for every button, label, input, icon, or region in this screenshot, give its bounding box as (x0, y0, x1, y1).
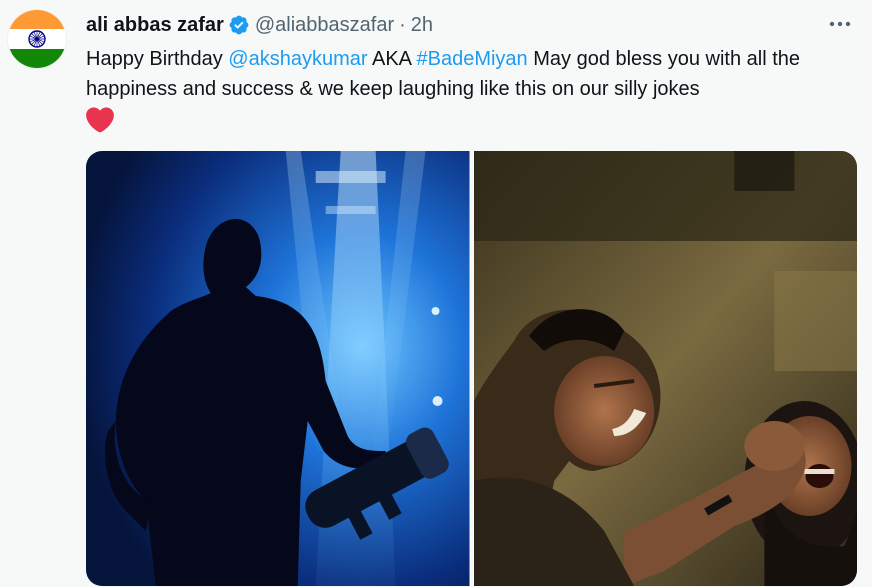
flag-saffron-band (8, 10, 66, 30)
author-name[interactable]: ali abbas zafar (86, 14, 224, 37)
separator-dot: · (399, 13, 406, 36)
photo-2-image (473, 151, 857, 586)
more-horizontal-icon (829, 21, 851, 27)
author-handle[interactable]: @aliabbaszafar (255, 14, 394, 37)
media-grid (86, 151, 857, 586)
mention-link[interactable]: @akshaykumar (228, 48, 367, 70)
photo-1-image (86, 151, 470, 586)
more-options-button[interactable] (826, 12, 854, 36)
stage-silhouette-photo[interactable] (86, 151, 470, 586)
verified-badge-icon (229, 15, 249, 35)
timestamp[interactable]: 2h (411, 14, 433, 37)
text-part-2: AKA (367, 48, 417, 70)
avatar[interactable] (8, 10, 66, 68)
tweet-header: ali abbas zafar @aliabbaszafar · 2h (86, 12, 433, 38)
tweet-card[interactable]: ali abbas zafar @aliabbaszafar · 2h Happ… (0, 0, 872, 587)
tweet-text: Happy Birthday @akshaykumar AKA #BadeMiy… (86, 44, 866, 134)
red-heart-icon (86, 107, 114, 133)
laughing-men-photo[interactable] (473, 151, 857, 586)
flag-green-band (8, 48, 66, 68)
text-part-1: Happy Birthday (86, 48, 229, 70)
ashoka-chakra-icon (28, 30, 46, 48)
hashtag-link[interactable]: #BadeMiyan (416, 48, 527, 70)
